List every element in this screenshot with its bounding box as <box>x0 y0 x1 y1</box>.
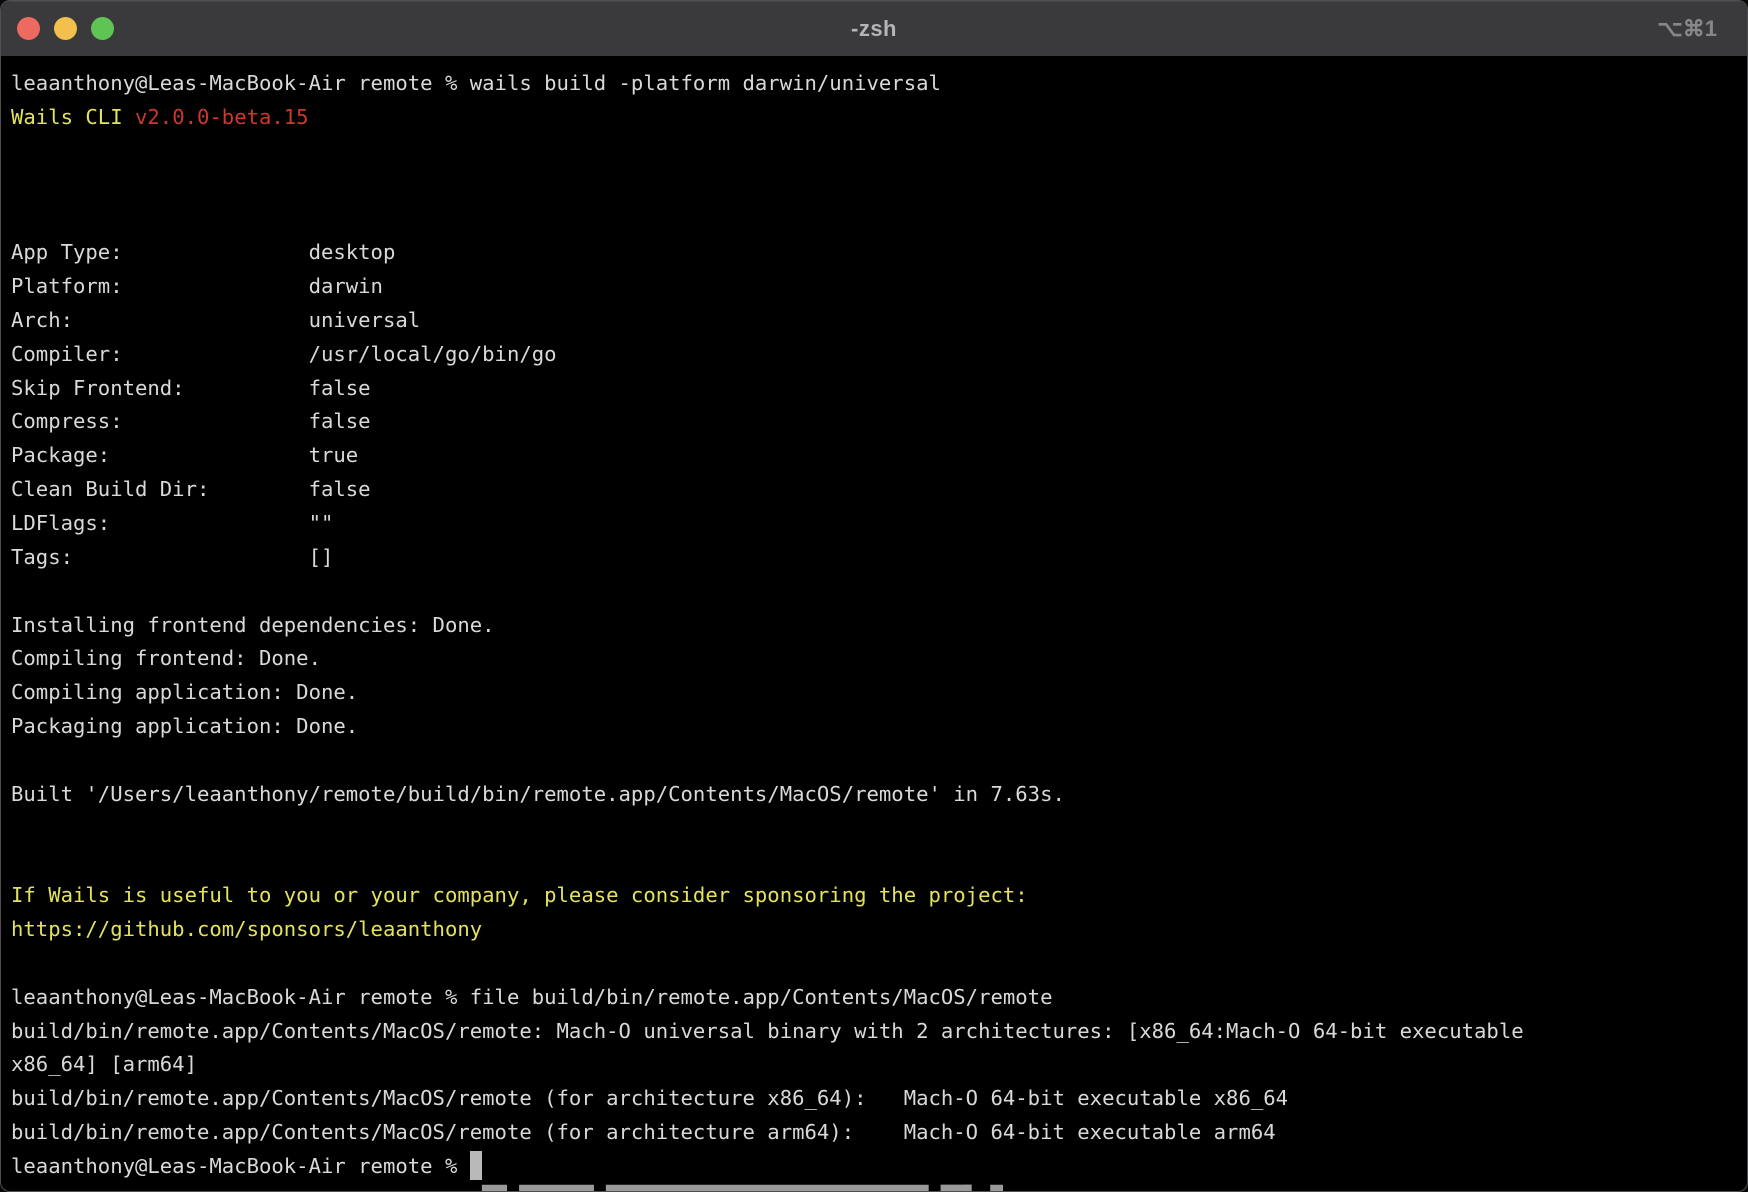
terminal-text: Compiling application: Done. <box>11 680 358 704</box>
terminal-text: build/bin/remote.app/Contents/MacOS/remo… <box>11 1086 1288 1110</box>
terminal-text: Skip Frontend: false <box>11 376 371 400</box>
terminal-line: App Type: desktop <box>11 236 1747 270</box>
terminal-line: Wails CLI v2.0.0-beta.15 <box>11 101 1747 135</box>
terminal-text: Packaging application: Done. <box>11 714 358 738</box>
terminal-line <box>11 812 1747 846</box>
terminal-line: build/bin/remote.app/Contents/MacOS/remo… <box>11 1082 1747 1116</box>
terminal-line: Packaging application: Done. <box>11 710 1747 744</box>
terminal-cursor <box>470 1151 482 1180</box>
terminal-text: Built '/Users/leaanthony/remote/build/bi… <box>11 782 1065 806</box>
terminal-line: build/bin/remote.app/Contents/MacOS/remo… <box>11 1015 1747 1049</box>
traffic-lights <box>17 1 114 56</box>
terminal-text: If Wails is useful to you or your compan… <box>11 883 1028 907</box>
terminal-line: Package: true <box>11 439 1747 473</box>
terminal-line <box>11 947 1747 981</box>
terminal-line <box>11 744 1747 778</box>
terminal-line: Skip Frontend: false <box>11 372 1747 406</box>
terminal-line: Compiling application: Done. <box>11 676 1747 710</box>
terminal-text: Tags: [] <box>11 545 333 569</box>
terminal-text: x86_64] [arm64] <box>11 1052 197 1076</box>
terminal-line: Compiling frontend: Done. <box>11 642 1747 676</box>
terminal-line: leaanthony@Leas-MacBook-Air remote % fil… <box>11 981 1747 1015</box>
terminal-text: Compress: false <box>11 409 371 433</box>
terminal-line: leaanthony@Leas-MacBook-Air remote % <box>11 1150 1747 1184</box>
terminal-line: LDFlags: "" <box>11 507 1747 541</box>
terminal-text: https://github.com/sponsors/leaanthony <box>11 917 482 941</box>
terminal-text: LDFlags: "" <box>11 511 333 535</box>
title-bar[interactable]: -zsh ⌥⌘1 <box>1 1 1747 57</box>
terminal-line <box>11 575 1747 609</box>
terminal-text: Compiling frontend: Done. <box>11 646 321 670</box>
zoom-button[interactable] <box>91 17 114 40</box>
terminal-text: Arch: universal <box>11 308 420 332</box>
terminal-text: leaanthony@Leas-MacBook-Air remote % wai… <box>11 71 941 95</box>
terminal-line: x86_64] [arm64] <box>11 1048 1747 1082</box>
terminal-text: build/bin/remote.app/Contents/MacOS/remo… <box>11 1120 1276 1144</box>
terminal-line: Built '/Users/leaanthony/remote/build/bi… <box>11 778 1747 812</box>
terminal-line <box>11 169 1747 203</box>
terminal-line: build/bin/remote.app/Contents/MacOS/remo… <box>11 1116 1747 1150</box>
terminal-line: leaanthony@Leas-MacBook-Air remote % wai… <box>11 67 1747 101</box>
terminal-text: Clean Build Dir: false <box>11 477 371 501</box>
close-button[interactable] <box>17 17 40 40</box>
terminal-output[interactable]: leaanthony@Leas-MacBook-Air remote % wai… <box>1 57 1747 1184</box>
terminal-line: Clean Build Dir: false <box>11 473 1747 507</box>
terminal-line <box>11 202 1747 236</box>
terminal-text: Installing frontend dependencies: Done. <box>11 613 495 637</box>
terminal-text: leaanthony@Leas-MacBook-Air remote % <box>11 1154 470 1178</box>
terminal-text: App Type: desktop <box>11 240 395 264</box>
terminal-line: Compress: false <box>11 405 1747 439</box>
terminal-text: Platform: darwin <box>11 274 383 298</box>
terminal-text: Wails CLI <box>11 105 135 129</box>
terminal-line <box>11 135 1747 169</box>
terminal-line <box>11 845 1747 879</box>
terminal-line: Compiler: /usr/local/go/bin/go <box>11 338 1747 372</box>
terminal-text: build/bin/remote.app/Contents/MacOS/remo… <box>11 1019 1524 1043</box>
terminal-line: Platform: darwin <box>11 270 1747 304</box>
terminal-line: https://github.com/sponsors/leaanthony <box>11 913 1747 947</box>
terminal-line: Tags: [] <box>11 541 1747 575</box>
window-title: -zsh <box>1 16 1747 42</box>
terminal-window: -zsh ⌥⌘1 leaanthony@Leas-MacBook-Air rem… <box>0 0 1748 1192</box>
tab-shortcut-badge: ⌥⌘1 <box>1657 1 1717 56</box>
terminal-line: Arch: universal <box>11 304 1747 338</box>
minimize-button[interactable] <box>54 17 77 40</box>
terminal-line: If Wails is useful to you or your compan… <box>11 879 1747 913</box>
terminal-text: Package: true <box>11 443 358 467</box>
terminal-text: Compiler: /usr/local/go/bin/go <box>11 342 557 366</box>
terminal-text: v2.0.0-beta.15 <box>135 105 309 129</box>
terminal-line: Installing frontend dependencies: Done. <box>11 609 1747 643</box>
clipped-next-row: ▀▀ ▀▀▀▀▀▀ ▀▀▀▀▀▀▀▀▀▀▀▀▀▀▀▀▀▀▀▀▀▀▀▀▀▀ ██▌… <box>1 1184 1747 1191</box>
terminal-text: leaanthony@Leas-MacBook-Air remote % fil… <box>11 985 1052 1009</box>
